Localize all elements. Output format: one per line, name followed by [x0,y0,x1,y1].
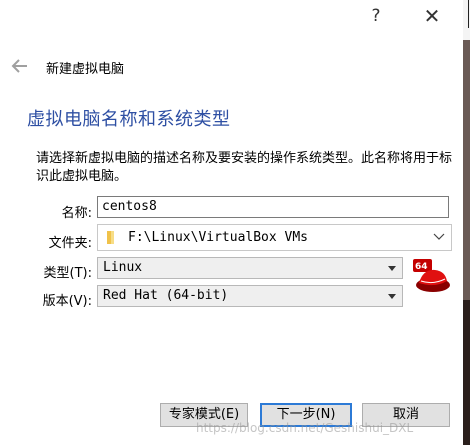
help-button[interactable]: ? [364,6,388,26]
type-select[interactable]: Linux [97,257,403,279]
dropdown-arrow-icon [388,266,396,271]
folder-label: 文件夹: [48,236,92,251]
page-heading: 虚拟电脑名称和系统类型 [27,109,231,130]
os-badge-text: 64 [415,262,428,272]
type-value: Linux [103,260,143,275]
dropdown-arrow-icon [388,294,396,299]
chevron-down-icon[interactable] [432,229,446,243]
new-vm-wizard-dialog: ? ✕ 新建虚拟电脑 虚拟电脑名称和系统类型 请选择新虚拟电脑的描述名称及要安装… [0,0,463,445]
back-arrow-icon[interactable] [10,56,30,76]
watermark-text: https://blog.csdn.net/Geshishui_DXL [196,421,414,435]
folder-icon [107,231,114,244]
folder-path: F:\Linux\VirtualBox VMs [128,230,309,245]
type-label: 类型(T): [43,266,92,281]
desktop-background [463,0,470,445]
wizard-title: 新建虚拟电脑 [46,62,125,77]
version-value: Red Hat (64-bit) [103,288,229,303]
close-button[interactable]: ✕ [420,4,444,28]
version-select[interactable]: Red Hat (64-bit) [97,285,403,307]
name-label: 名称: [61,206,92,221]
version-label: 版本(V): [42,294,92,309]
redhat-os-icon: 64 [411,257,451,297]
folder-combobox[interactable]: F:\Linux\VirtualBox VMs [97,224,452,251]
name-input[interactable]: centos8 [97,196,449,218]
description-text: 请选择新虚拟电脑的描述名称及要安装的操作系统类型。此名称将用于标识此虚拟电脑。 [36,151,453,184]
